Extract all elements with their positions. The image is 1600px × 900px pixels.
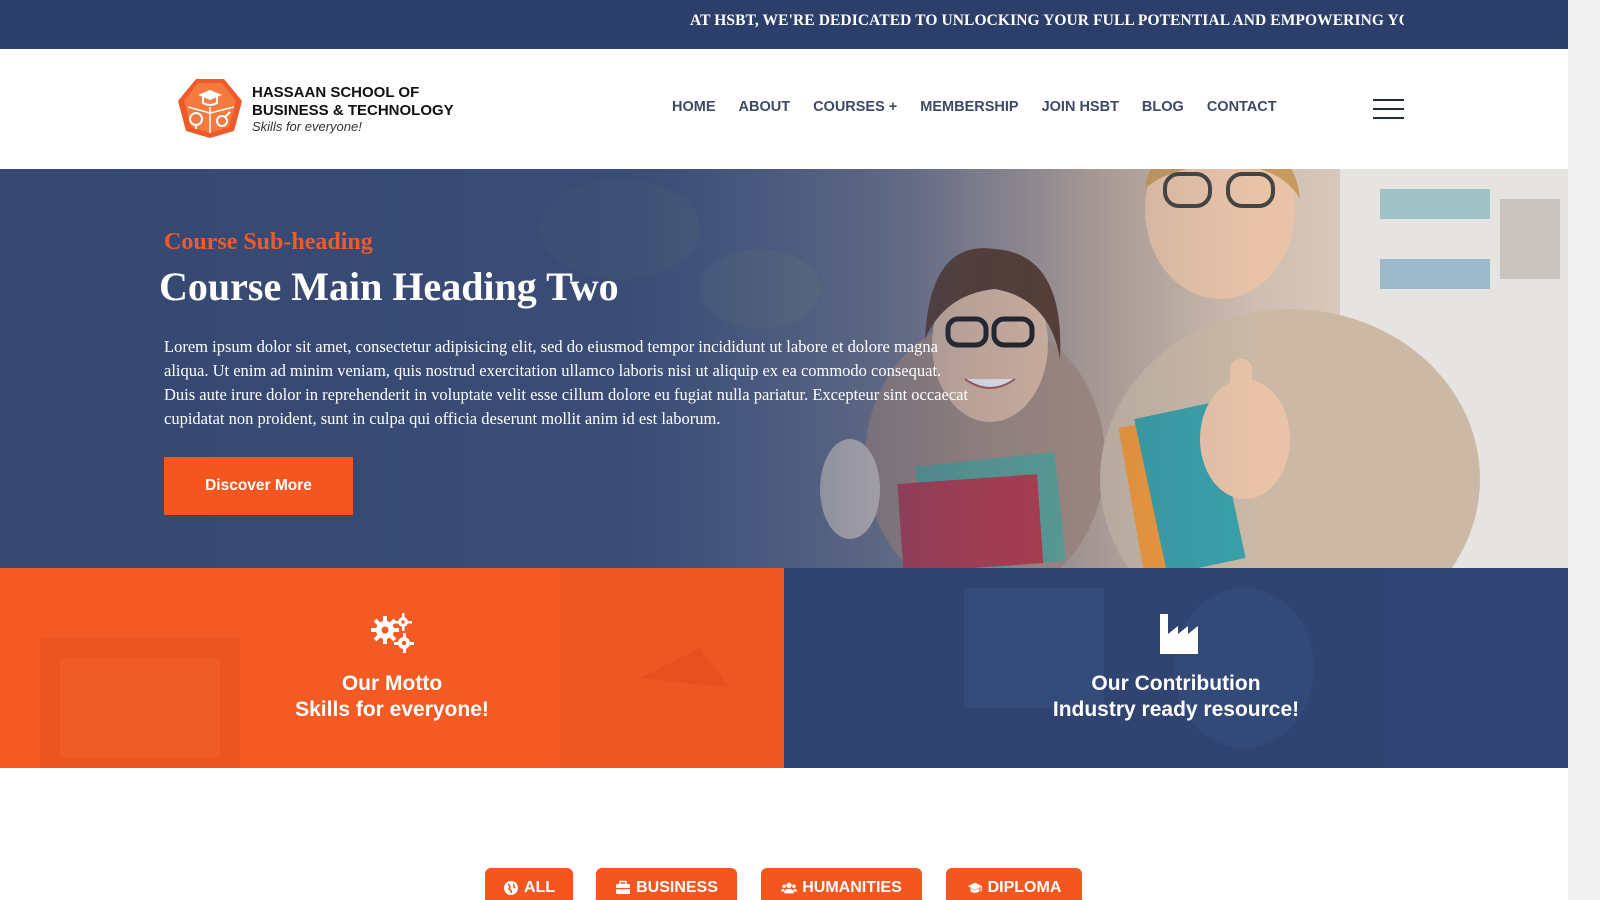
- nav-join-hsbt[interactable]: JOIN HSBT: [1042, 99, 1119, 115]
- motto-background-image: [40, 568, 784, 768]
- hero-body-text: Lorem ipsum dolor sit amet, consectetur …: [164, 337, 969, 428]
- announcement-ticker: AT HSBT, WE'RE DEDICATED TO UNLOCKING YO…: [0, 0, 1568, 49]
- page-scrollbar[interactable]: [1568, 0, 1600, 900]
- contribution-text: Industry ready resource!: [1052, 698, 1300, 721]
- discover-more-button[interactable]: Discover More: [164, 457, 353, 515]
- site-logo[interactable]: HASSAAN SCHOOL OF BUSINESS & TECHNOLOGY …: [176, 77, 476, 139]
- briefcase-icon: [616, 880, 631, 894]
- filter-all-label: ALL: [523, 879, 556, 896]
- logo-mark-icon: [178, 79, 242, 138]
- nav-home[interactable]: HOME: [672, 99, 716, 115]
- filter-business-label: BUSINESS: [636, 879, 718, 896]
- logo-name-line1: HASSAAN SCHOOL OF: [252, 84, 420, 101]
- ticker-text: AT HSBT, WE'RE DEDICATED TO UNLOCKING YO…: [690, 12, 1404, 29]
- industry-icon: [1160, 614, 1198, 654]
- hero-subheading: Course Sub-heading: [164, 229, 373, 255]
- logo-tagline: Skills for everyone!: [252, 119, 362, 134]
- motto-title: Our Motto: [341, 672, 443, 695]
- hamburger-menu-icon[interactable]: [1373, 99, 1405, 119]
- hero-slider: Course Sub-heading Course Main Heading T…: [0, 169, 1568, 568]
- contribution-panel: Our Contribution Industry ready resource…: [784, 568, 1568, 768]
- globe-icon: [503, 881, 518, 895]
- contribution-title: Our Contribution: [1091, 672, 1261, 695]
- motto-text: Skills for everyone!: [295, 698, 489, 721]
- filter-business-button[interactable]: BUSINESS: [596, 868, 737, 900]
- logo-name-line2: BUSINESS & TECHNOLOGY: [252, 102, 454, 119]
- graduation-cap-icon: [967, 882, 982, 893]
- course-filter-bar: ALL BUSINESS HUMANITIES DIPLOMA: [0, 868, 1568, 900]
- filter-all-button[interactable]: ALL: [485, 868, 573, 900]
- nav-about[interactable]: ABOUT: [739, 99, 791, 115]
- nav-membership[interactable]: MEMBERSHIP: [920, 99, 1018, 115]
- filter-diploma-button[interactable]: DIPLOMA: [946, 868, 1082, 900]
- hero-heading: Course Main Heading Two: [159, 264, 619, 309]
- filter-humanities-label: HUMANITIES: [802, 879, 902, 896]
- filter-diploma-label: DIPLOMA: [987, 879, 1062, 896]
- main-nav: HOME ABOUT COURSES + MEMBERSHIP JOIN HSB…: [672, 99, 1300, 115]
- filter-humanities-button[interactable]: HUMANITIES: [761, 868, 922, 900]
- page: AT HSBT, WE'RE DEDICATED TO UNLOCKING YO…: [0, 0, 1568, 900]
- highlights-strip: Our Motto Skills for everyone! Our Contr…: [0, 568, 1568, 768]
- ticker-clip: AT HSBT, WE'RE DEDICATED TO UNLOCKING YO…: [690, 0, 1404, 49]
- nav-blog[interactable]: BLOG: [1142, 99, 1184, 115]
- contribution-background-image: [964, 568, 1568, 768]
- site-header: HASSAAN SCHOOL OF BUSINESS & TECHNOLOGY …: [0, 49, 1568, 169]
- nav-courses[interactable]: COURSES +: [813, 99, 897, 115]
- users-icon: [781, 882, 798, 894]
- motto-panel: Our Motto Skills for everyone!: [0, 568, 784, 768]
- gears-icon: [371, 613, 414, 653]
- nav-contact[interactable]: CONTACT: [1207, 99, 1277, 115]
